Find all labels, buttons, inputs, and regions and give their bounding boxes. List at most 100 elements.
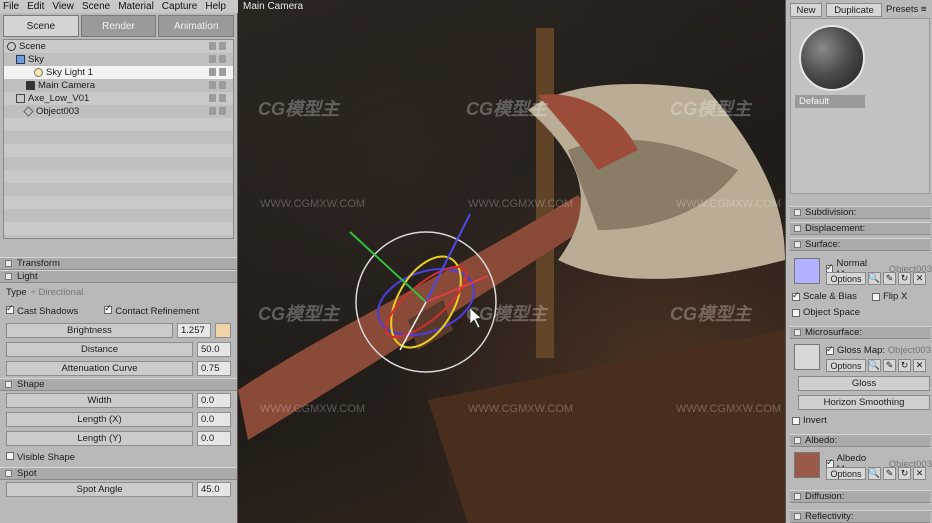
visibility-icons[interactable]	[209, 42, 229, 51]
cast-shadows-checkbox[interactable]: Cast Shadows	[6, 303, 78, 317]
visible-shape-checkbox[interactable]: Visible Shape	[6, 452, 75, 463]
lengthy-slider[interactable]: Length (Y)	[6, 431, 193, 446]
gloss-slider[interactable]: Gloss	[798, 376, 930, 391]
section-reflectivity[interactable]: Reflectivity:	[790, 510, 930, 523]
tab-scene[interactable]: Scene	[3, 15, 79, 37]
material-name[interactable]: Default	[795, 95, 865, 108]
presets-menu[interactable]: Presets ≡	[886, 4, 926, 15]
lengthx-slider[interactable]: Length (X)	[6, 412, 193, 427]
object-space-checkbox[interactable]: Object Space	[792, 307, 860, 318]
tree-item-axe[interactable]: Axe_Low_V01	[4, 92, 233, 105]
close-icon[interactable]: ✕	[913, 359, 926, 372]
brightness-slider[interactable]: Brightness	[6, 323, 173, 338]
gloss-map-thumbnail[interactable]	[794, 344, 820, 370]
eyedropper-icon[interactable]: ✎	[883, 467, 896, 480]
section-surface[interactable]: Surface:	[790, 238, 930, 251]
invert-checkbox[interactable]: Invert	[792, 415, 827, 426]
visibility-icons[interactable]	[209, 55, 229, 64]
tab-animation[interactable]: Animation	[158, 15, 235, 37]
gloss-options-button[interactable]: Options	[826, 359, 866, 372]
contact-refinement-checkbox[interactable]: Contact Refinement	[104, 303, 199, 317]
tree-label: Scene	[19, 41, 46, 52]
menu-help[interactable]: Help	[205, 1, 226, 12]
menu-scene[interactable]: Scene	[82, 1, 110, 12]
watermark-logo: CG模型主	[466, 99, 547, 119]
gloss-map-row[interactable]: Gloss Map: Object003	[826, 344, 931, 356]
menu-capture[interactable]: Capture	[162, 1, 198, 12]
section-spot[interactable]: Spot	[0, 467, 237, 480]
tab-render[interactable]: Render	[80, 15, 157, 37]
material-preview-sphere[interactable]	[799, 25, 865, 91]
tree-label: Axe_Low_V01	[28, 93, 90, 104]
section-albedo[interactable]: Albedo:	[790, 434, 930, 447]
collapse-icon	[794, 437, 801, 444]
width-slider[interactable]: Width	[6, 393, 193, 408]
visibility-icons[interactable]	[209, 68, 229, 77]
menu-view[interactable]: View	[52, 1, 74, 12]
tree-item-scene[interactable]: Scene	[4, 40, 233, 53]
material-library: Default	[790, 18, 930, 194]
panel-tabs: Scene Render Animation	[3, 15, 235, 37]
type-label: Type	[6, 287, 27, 298]
collapse-icon	[5, 381, 12, 388]
section-microsurface[interactable]: Microsurface:	[790, 326, 930, 339]
normal-options-button[interactable]: Options	[826, 272, 866, 285]
flip-x-checkbox[interactable]: Flip X	[872, 291, 907, 302]
section-displacement[interactable]: Displacement:	[790, 222, 930, 235]
watermark-logo: CG模型主	[670, 304, 751, 324]
distance-value[interactable]: 50.0	[197, 342, 231, 357]
refresh-icon[interactable]: ↻	[898, 467, 911, 480]
spot-angle-value[interactable]: 45.0	[197, 482, 231, 497]
duplicate-material-button[interactable]: Duplicate	[826, 3, 882, 17]
section-transform[interactable]: Transform	[0, 257, 237, 270]
horizon-smoothing-slider[interactable]: Horizon Smoothing	[798, 395, 930, 410]
table-surface	[428, 330, 785, 523]
menu-file[interactable]: File	[3, 1, 19, 12]
light-icon	[34, 68, 43, 77]
scale-bias-checkbox[interactable]: Scale & Bias	[792, 290, 857, 302]
section-subdivision[interactable]: Subdivision:	[790, 206, 930, 219]
light-color-swatch[interactable]	[215, 323, 231, 338]
albedo-options-button[interactable]: Options	[826, 467, 866, 480]
tree-item-main-camera[interactable]: Main Camera	[4, 79, 233, 92]
section-light[interactable]: Light	[0, 270, 237, 283]
section-title: Shape	[17, 379, 45, 390]
tree-item-sky[interactable]: Sky	[4, 53, 233, 66]
refresh-icon[interactable]: ↻	[898, 272, 911, 285]
search-icon[interactable]: 🔍	[868, 467, 881, 480]
tree-label: Object003	[36, 106, 80, 117]
tree-item-object003[interactable]: Object003	[4, 105, 233, 118]
width-value[interactable]: 0.0	[197, 393, 231, 408]
eyedropper-icon[interactable]: ✎	[883, 272, 896, 285]
close-icon[interactable]: ✕	[913, 467, 926, 480]
menu-material[interactable]: Material	[118, 1, 154, 12]
new-material-button[interactable]: New	[790, 3, 822, 17]
visibility-icons[interactable]	[209, 107, 229, 116]
close-icon[interactable]: ✕	[913, 272, 926, 285]
spot-angle-slider[interactable]: Spot Angle	[6, 482, 193, 497]
refresh-icon[interactable]: ↻	[898, 359, 911, 372]
search-icon[interactable]: 🔍	[868, 359, 881, 372]
normal-map-thumbnail[interactable]	[794, 258, 820, 284]
tree-item-sky-light[interactable]: Sky Light 1	[4, 66, 233, 79]
section-diffusion[interactable]: Diffusion:	[790, 490, 930, 503]
menu-bar: File Edit View Scene Material Capture He…	[0, 0, 238, 13]
search-icon[interactable]: 🔍	[868, 272, 881, 285]
lengthx-value[interactable]: 0.0	[197, 412, 231, 427]
distance-slider[interactable]: Distance	[6, 342, 193, 357]
spot-angle-row: Spot Angle 45.0	[0, 480, 237, 499]
brightness-value[interactable]: 1.257	[177, 323, 211, 338]
viewport-camera-label[interactable]: Main Camera	[243, 1, 303, 12]
eyedropper-icon[interactable]: ✎	[883, 359, 896, 372]
viewport[interactable]: Main Camera CG模型主 CG模型主 CG模型主 CG模型主 CG模型…	[238, 0, 785, 523]
visibility-icons[interactable]	[209, 81, 229, 90]
visibility-icons[interactable]	[209, 94, 229, 103]
attenuation-slider[interactable]: Attenuation Curve	[6, 361, 193, 376]
albedo-map-thumbnail[interactable]	[794, 452, 820, 478]
lengthy-value[interactable]: 0.0	[197, 431, 231, 446]
menu-edit[interactable]: Edit	[27, 1, 44, 12]
type-dropdown[interactable]: ÷ Directional	[31, 287, 84, 298]
attenuation-value[interactable]: 0.75	[197, 361, 231, 376]
watermark-url: WWW.CGMXW.COM	[468, 198, 574, 210]
section-shape[interactable]: Shape	[0, 378, 237, 391]
